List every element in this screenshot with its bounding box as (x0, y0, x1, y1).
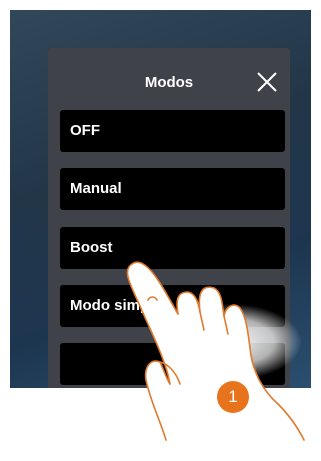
pointing-hand-icon (126, 261, 305, 441)
step-badge: 1 (217, 381, 249, 413)
